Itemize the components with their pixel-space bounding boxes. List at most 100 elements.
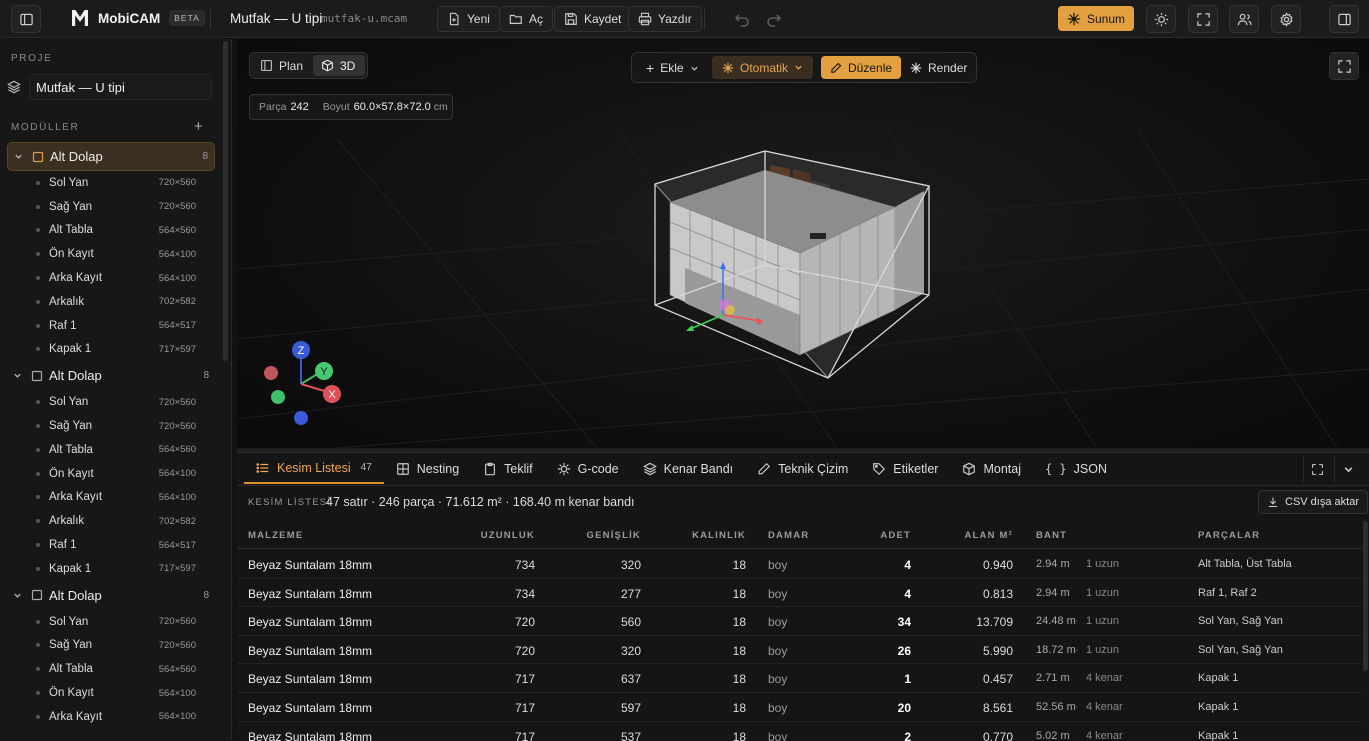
axis-neg-y[interactable] — [271, 390, 285, 404]
axis-neg-x[interactable] — [264, 366, 278, 380]
module-part-item[interactable]: Arkalık 702×582 — [0, 290, 222, 314]
print-button[interactable]: Yazdır — [628, 6, 702, 32]
tab-json[interactable]: { } JSON — [1033, 453, 1119, 484]
edit-mode-button[interactable]: Düzenle — [821, 56, 902, 79]
tab-technical-drawing[interactable]: Teknik Çizim — [745, 453, 860, 484]
module-part-item[interactable]: Alt Tabla 564×560 — [0, 219, 222, 243]
thickness-cell: 18 — [732, 558, 746, 572]
beta-badge: BETA — [169, 10, 205, 26]
module-group[interactable]: Alt Dolap 8 — [7, 581, 215, 610]
users-button[interactable] — [1229, 5, 1259, 33]
table-row[interactable]: Beyaz Suntalam 18mm 720 560 18 boy 34 13.709 24… — [237, 607, 1362, 636]
part-name: Raf 1 — [49, 319, 77, 332]
view-plan-label: Plan — [279, 58, 304, 73]
axis-neg-z[interactable] — [294, 411, 308, 425]
module-part-item[interactable]: Arka Kayıt 564×100 — [0, 486, 222, 510]
table-row[interactable]: Beyaz Suntalam 18mm 734 320 18 boy 4 0.940 2.94… — [237, 550, 1362, 579]
tab-assembly[interactable]: Montaj — [950, 453, 1033, 484]
add-dropdown[interactable]: + Ekle — [640, 57, 705, 79]
band-separator: · — [1075, 701, 1079, 713]
module-part-item[interactable]: Raf 1 564×517 — [0, 533, 222, 557]
theme-toggle-button[interactable] — [1146, 5, 1176, 33]
table-row[interactable]: Beyaz Suntalam 18mm 720 320 18 boy 26 5.990 18.… — [237, 636, 1362, 665]
tab-quote[interactable]: Teklif — [471, 453, 544, 484]
tab-count-badge: 47 — [360, 462, 372, 473]
quantity-cell: 20 — [897, 701, 911, 715]
module-part-item[interactable]: Sol Yan 720×560 — [0, 610, 222, 634]
kitchen-3d-model[interactable] — [650, 145, 932, 381]
tab-edge-band[interactable]: Kenar Bandı — [631, 453, 746, 484]
settings-button[interactable] — [1271, 5, 1301, 33]
sidebar-scrollbar[interactable] — [223, 41, 228, 361]
tab-cut-list[interactable]: Kesim Listesi 47 — [244, 453, 384, 484]
layers-icon — [7, 80, 21, 94]
module-group-name: Alt Dolap — [50, 149, 103, 164]
column-header: DAMAR — [768, 530, 810, 541]
module-part-item[interactable]: Ön Kayıt 564×100 — [0, 242, 222, 266]
list-icon — [256, 462, 269, 473]
viewport-fullscreen-button[interactable] — [1329, 52, 1359, 80]
right-panel-toggle-button[interactable] — [1329, 5, 1359, 33]
panel-maximize-button[interactable] — [1303, 456, 1331, 482]
axis-y-label: Y — [320, 366, 328, 378]
module-part-item[interactable]: Raf 1 564×517 — [0, 314, 222, 338]
module-part-item[interactable]: Kapak 1 717×597 — [0, 557, 222, 581]
add-module-icon[interactable]: + — [194, 118, 203, 135]
auto-mode-dropdown[interactable]: Otomatik — [712, 56, 814, 79]
module-part-item[interactable]: Alt Tabla 564×560 — [0, 657, 222, 681]
table-row[interactable]: Beyaz Suntalam 18mm 717 537 18 boy 2 0.770 5.02… — [237, 722, 1362, 741]
module-group-name: Alt Dolap — [49, 368, 102, 384]
undo-icon[interactable] — [734, 11, 750, 27]
parts-cell: Sol Yan, Sağ Yan — [1198, 615, 1283, 628]
grain-cell: boy — [768, 701, 788, 715]
module-part-item[interactable]: Ön Kayıt 564×100 — [0, 462, 222, 486]
part-dim: 564×100 — [158, 687, 196, 699]
cube-icon — [322, 59, 333, 72]
thickness-cell: 18 — [732, 643, 746, 658]
view-plan-button[interactable]: Plan — [253, 55, 310, 76]
band-note-cell: 4 kenar — [1086, 729, 1123, 741]
new-button[interactable]: Yeni — [437, 6, 500, 32]
module-part-item[interactable]: Sağ Yan 720×560 — [0, 414, 222, 438]
save-button[interactable]: Kaydet — [554, 6, 632, 32]
table-row[interactable]: Beyaz Suntalam 18mm 734 277 18 boy 4 0.813 2.94… — [237, 579, 1362, 608]
bullet — [36, 424, 40, 429]
present-button[interactable]: Sunum — [1058, 6, 1135, 31]
module-part-item[interactable]: Arka Kayıt 564×100 — [0, 705, 222, 729]
module-part-item[interactable]: Sağ Yan 720×560 — [0, 634, 222, 658]
module-part-item[interactable]: Kapak 1 717×597 — [0, 338, 222, 362]
module-part-item[interactable]: Sağ Yan 720×560 — [0, 195, 222, 219]
csv-export-button[interactable]: CSV dışa aktar — [1258, 490, 1368, 514]
add-label: Ekle — [660, 61, 684, 75]
axis-gizmo[interactable]: Z Y X — [262, 339, 352, 429]
material-cell: Beyaz Suntalam 18mm — [248, 643, 373, 658]
bullet — [36, 323, 40, 328]
bullet — [36, 691, 40, 696]
open-button[interactable]: Aç — [499, 6, 554, 32]
render-label: Render — [928, 60, 968, 75]
part-dim: 564×560 — [158, 224, 196, 236]
tab-labels[interactable]: Etiketler — [860, 453, 950, 484]
module-group[interactable]: Alt Dolap 8 — [7, 142, 215, 171]
sidebar-toggle-button[interactable] — [11, 5, 41, 33]
module-part-item[interactable]: Sol Yan 720×560 — [0, 171, 222, 195]
part-dim: 717×597 — [158, 343, 196, 355]
module-group[interactable]: Alt Dolap 8 — [7, 361, 215, 390]
module-part-item[interactable]: Arkalık 702×582 — [0, 509, 222, 533]
table-row[interactable]: Beyaz Suntalam 18mm 717 637 18 boy 1 0.457 2.71… — [237, 664, 1362, 693]
tab-nesting[interactable]: Nesting — [384, 453, 471, 484]
module-part-item[interactable]: Ön Kayıt 564×100 — [0, 681, 222, 705]
fullscreen-button[interactable] — [1188, 5, 1218, 33]
module-part-item[interactable]: Alt Tabla 564×560 — [0, 438, 222, 462]
3d-viewport[interactable]: Plan 3D Parça 242 Boyut 60.0×57.8×72.0 c… — [237, 39, 1369, 448]
tab-gcode[interactable]: G-code — [545, 453, 631, 484]
table-scrollbar[interactable] — [1363, 521, 1368, 671]
module-part-item[interactable]: Sol Yan 720×560 — [0, 390, 222, 414]
panel-collapse-button[interactable] — [1334, 456, 1362, 482]
table-row[interactable]: Beyaz Suntalam 18mm 717 597 18 boy 20 8.561 52.… — [237, 693, 1362, 722]
project-row[interactable]: Mutfak — U tipi — [0, 73, 231, 101]
module-part-item[interactable]: Arka Kayıt 564×100 — [0, 266, 222, 290]
redo-icon[interactable] — [766, 11, 782, 27]
render-button[interactable]: Render — [904, 56, 973, 79]
view-3d-button[interactable]: 3D — [313, 55, 365, 76]
